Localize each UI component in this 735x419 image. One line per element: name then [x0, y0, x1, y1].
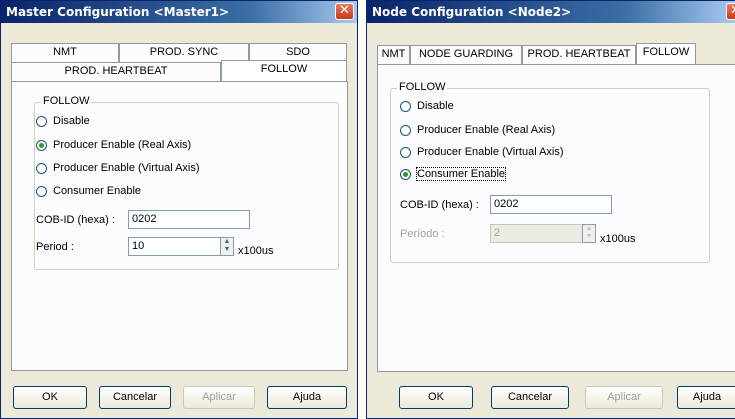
cobid-input[interactable]: 0202 [128, 210, 250, 229]
close-icon: ✕ [339, 3, 350, 18]
apply-button[interactable]: Aplicar [183, 386, 255, 409]
radio-consumer-enable[interactable]: Consumer Enable [400, 167, 507, 181]
tab-nmt[interactable]: NMT [377, 45, 410, 64]
dialog-title: Master Configuration <Master1> [6, 5, 230, 19]
radio-indicator [36, 185, 47, 197]
close-button[interactable]: ✕ [726, 3, 735, 20]
cobid-input[interactable]: 0202 [490, 195, 612, 214]
close-button[interactable]: ✕ [335, 3, 354, 20]
tab-node-guarding[interactable]: NODE GUARDING [410, 45, 522, 64]
tab-panel: FOLLOW Disable Producer Enable (Real Axi… [11, 81, 348, 371]
radio-disable[interactable]: Disable [400, 100, 454, 112]
radio-producer-virtual-axis[interactable]: Producer Enable (Virtual Axis) [36, 162, 200, 174]
radio-producer-real-axis[interactable]: Producer Enable (Real Axis) [36, 139, 191, 151]
radio-indicator [36, 162, 47, 174]
tab-nmt[interactable]: NMT [11, 43, 119, 62]
tab-follow[interactable]: FOLLOW [221, 60, 347, 81]
radio-disable[interactable]: Disable [36, 115, 90, 127]
radio-label: Producer Enable (Real Axis) [53, 139, 192, 151]
radio-label: Producer Enable (Virtual Axis) [417, 146, 564, 158]
tab-prod-heartbeat[interactable]: PROD. HEARTBEAT [11, 62, 221, 81]
help-button[interactable]: Ajuda [267, 386, 347, 409]
period-unit: x100us [600, 233, 636, 245]
period-label: Period : [36, 241, 74, 253]
node-configuration-dialog: Node Configuration <Node2> ✕ NMT NODE GU… [366, 0, 735, 419]
radio-label: Consumer Enable [53, 185, 142, 197]
title-bar[interactable]: Node Configuration <Node2> ✕ [367, 1, 735, 23]
tab-panel: FOLLOW Disable Producer Enable (Real Axi… [377, 64, 735, 372]
period-label: Período : [400, 228, 445, 240]
help-button[interactable]: Ajuda [677, 386, 735, 409]
period-unit: x100us [238, 245, 274, 257]
cobid-label: COB-ID (hexa) : [36, 214, 115, 226]
period-input[interactable]: 10 [128, 237, 221, 256]
close-icon: ✕ [730, 3, 735, 18]
radio-label: Disable [417, 100, 454, 112]
radio-indicator [36, 139, 47, 151]
radio-label: Producer Enable (Virtual Axis) [53, 162, 200, 174]
group-title: FOLLOW [41, 95, 92, 107]
apply-button[interactable]: Aplicar [585, 386, 663, 409]
radio-label: Producer Enable (Real Axis) [417, 124, 556, 136]
tab-prod-heartbeat[interactable]: PROD. HEARTBEAT [522, 45, 636, 64]
radio-producer-virtual-axis[interactable]: Producer Enable (Virtual Axis) [400, 146, 564, 158]
ok-button[interactable]: OK [399, 386, 473, 409]
period-input[interactable]: 2 [490, 224, 583, 243]
title-bar[interactable]: Master Configuration <Master1> ✕ [1, 1, 357, 23]
radio-indicator [400, 100, 411, 112]
radio-consumer-enable[interactable]: Consumer Enable [36, 185, 141, 197]
spin-down-icon[interactable]: ▼ [221, 246, 233, 254]
period-spinner[interactable]: ▲ ▼ [582, 224, 596, 243]
radio-indicator [400, 124, 411, 136]
radio-indicator [36, 115, 47, 127]
radio-label: Disable [53, 115, 90, 127]
master-configuration-dialog: Master Configuration <Master1> ✕ NMT PRO… [0, 0, 358, 419]
radio-indicator [400, 168, 411, 180]
period-spinner[interactable]: ▲ ▼ [220, 237, 234, 256]
radio-producer-real-axis[interactable]: Producer Enable (Real Axis) [400, 124, 555, 136]
ok-button[interactable]: OK [13, 386, 87, 409]
spin-up-icon[interactable]: ▲ [221, 238, 233, 246]
spin-down-icon[interactable]: ▼ [583, 233, 595, 241]
cobid-label: COB-ID (hexa) : [400, 199, 479, 211]
cancel-button[interactable]: Cancelar [491, 386, 569, 409]
radio-indicator [400, 146, 411, 158]
dialog-title: Node Configuration <Node2> [372, 5, 572, 19]
tab-follow[interactable]: FOLLOW [636, 43, 696, 64]
group-title: FOLLOW [397, 81, 448, 93]
cancel-button[interactable]: Cancelar [99, 386, 171, 409]
spin-up-icon[interactable]: ▲ [583, 225, 595, 233]
radio-label: Consumer Enable [415, 167, 507, 181]
